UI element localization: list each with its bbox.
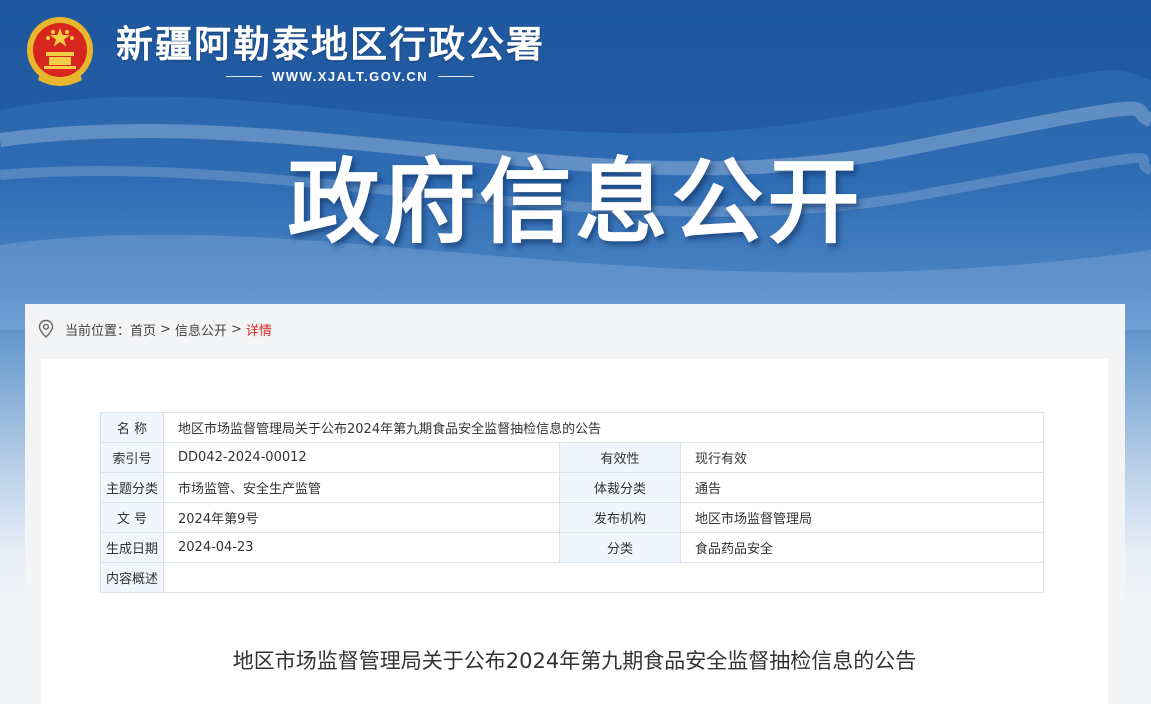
breadcrumb-prefix: 当前位置： (65, 323, 131, 339)
summary-value (163, 562, 1044, 593)
content-card: 当前位置： 首页 > 信息公开 > 详情 名 称 地区市场监督管理局关于公布20… (25, 304, 1125, 704)
index-number-label: 索引号 (100, 442, 164, 473)
genre-category-label: 体裁分类 (559, 472, 681, 503)
topic-category-value: 市场监管、安全生产监管 (163, 472, 560, 503)
article-panel: 名 称 地区市场监督管理局关于公布2024年第九期食品安全监督抽检信息的公告 索… (41, 359, 1108, 704)
index-number-value: DD042-2024-00012 (163, 442, 560, 473)
genre-category-value: 通告 (680, 472, 1044, 503)
article-title: 地区市场监督管理局关于公布2024年第九期食品安全监督抽检信息的公告 (232, 649, 917, 673)
breadcrumb-separator: > (160, 321, 171, 337)
name-value: 地区市场监督管理局关于公布2024年第九期食品安全监督抽检信息的公告 (163, 412, 1044, 443)
banner-title: 政府信息公开 (287, 149, 864, 256)
table-row: 内容概述 (100, 562, 1044, 593)
table-row: 生成日期 2024-04-23 分类 食品药品安全 (100, 532, 1044, 563)
url-divider-left (226, 75, 262, 77)
document-number-label: 文 号 (100, 502, 164, 533)
validity-value: 现行有效 (680, 442, 1044, 473)
site-url[interactable]: WWW.XJALT.GOV.CN (272, 69, 428, 84)
table-row: 主题分类 市场监管、安全生产监管 体裁分类 通告 (100, 472, 1044, 503)
location-pin-icon (38, 319, 54, 338)
validity-label: 有效性 (559, 442, 681, 473)
topic-category-label: 主题分类 (100, 472, 164, 503)
table-row: 文 号 2024年第9号 发布机构 地区市场监督管理局 (100, 502, 1044, 533)
issuing-agency-value: 地区市场监督管理局 (680, 502, 1044, 533)
table-row: 索引号 DD042-2024-00012 有效性 现行有效 (100, 442, 1044, 473)
breadcrumb-home-link[interactable]: 首页 (130, 320, 156, 339)
site-url-block: WWW.XJALT.GOV.CN (226, 66, 475, 86)
breadcrumb-current: 详情 (245, 323, 272, 339)
classification-label: 分类 (559, 532, 681, 563)
generation-date-label: 生成日期 (100, 532, 164, 563)
breadcrumb-section-link[interactable]: 信息公开 (175, 320, 227, 339)
issuing-agency-label: 发布机构 (559, 502, 681, 533)
document-number-value: 2024年第9号 (163, 502, 560, 533)
breadcrumb-separator: > (230, 321, 242, 337)
generation-date-value: 2024-04-23 (163, 532, 560, 563)
name-label: 名 称 (100, 412, 164, 443)
site-name[interactable]: 新疆阿勒泰地区行政公署 (116, 14, 545, 68)
table-row: 名 称 地区市场监督管理局关于公布2024年第九期食品安全监督抽检信息的公告 (100, 412, 1044, 443)
national-emblem-icon (27, 17, 93, 86)
url-divider-right (438, 75, 475, 77)
metadata-table: 名 称 地区市场监督管理局关于公布2024年第九期食品安全监督抽检信息的公告 索… (100, 412, 1044, 593)
breadcrumb: 当前位置： 首页 > 信息公开 > 详情 (37, 318, 272, 340)
classification-value: 食品药品安全 (680, 532, 1044, 563)
summary-label: 内容概述 (100, 562, 164, 593)
